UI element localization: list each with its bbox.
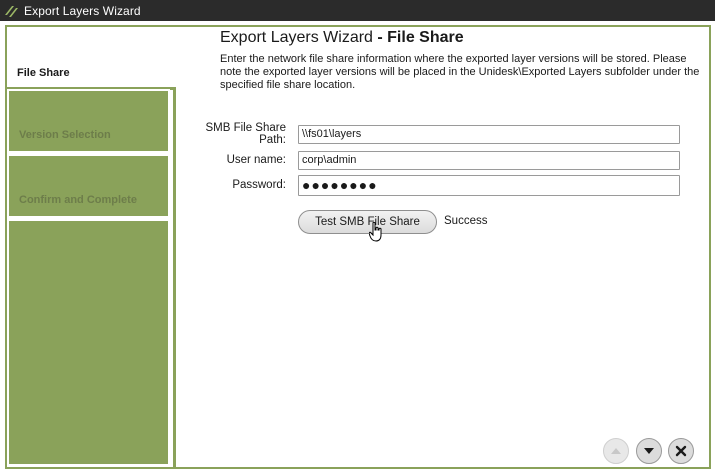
password-label: Password:: [232, 179, 286, 191]
step-label: Confirm and Complete: [19, 194, 137, 206]
password-input[interactable]: ●●●●●●●●: [298, 174, 680, 196]
close-button[interactable]: [668, 438, 694, 464]
page-title-suffix: - File Share: [372, 29, 464, 46]
smb-path-label: SMB File Share Path:: [205, 122, 286, 146]
chevron-up-icon: [611, 448, 621, 454]
page-title-prefix: Export Layers Wizard: [220, 29, 373, 46]
smb-path-row: SMB File Share Path: \\fs01\layers: [178, 122, 680, 146]
username-input[interactable]: corp\admin: [298, 150, 680, 170]
chevron-down-icon: [644, 448, 654, 454]
step-file-share[interactable]: File Share: [7, 27, 177, 89]
step-divider: [173, 89, 176, 467]
step-label: File Share: [17, 67, 70, 79]
password-row: Password: ●●●●●●●●: [178, 174, 680, 196]
mouse-cursor-icon: [369, 222, 382, 242]
step-version-selection[interactable]: Version Selection: [7, 89, 170, 153]
page-description: Enter the network file share information…: [220, 53, 700, 91]
test-smb-button[interactable]: Test SMB File Share: [298, 210, 437, 234]
username-label: User name:: [226, 154, 286, 166]
username-row: User name: corp\admin: [178, 150, 680, 170]
previous-button[interactable]: [603, 438, 629, 464]
test-smb-button-label: Test SMB File Share: [315, 216, 420, 228]
next-button[interactable]: [636, 438, 662, 464]
page-title: Export Layers Wizard - File Share: [220, 29, 464, 47]
app-icon: [5, 5, 18, 17]
window-title: Export Layers Wizard: [24, 3, 141, 18]
step-confirm-complete[interactable]: Confirm and Complete: [7, 154, 170, 218]
step-panel-empty: [7, 219, 170, 466]
title-bar: Export Layers Wizard: [0, 0, 715, 21]
close-icon: [675, 445, 687, 457]
test-status-text: Success: [444, 215, 488, 227]
step-label: Version Selection: [19, 129, 111, 141]
smb-path-input[interactable]: \\fs01\layers: [298, 124, 680, 144]
